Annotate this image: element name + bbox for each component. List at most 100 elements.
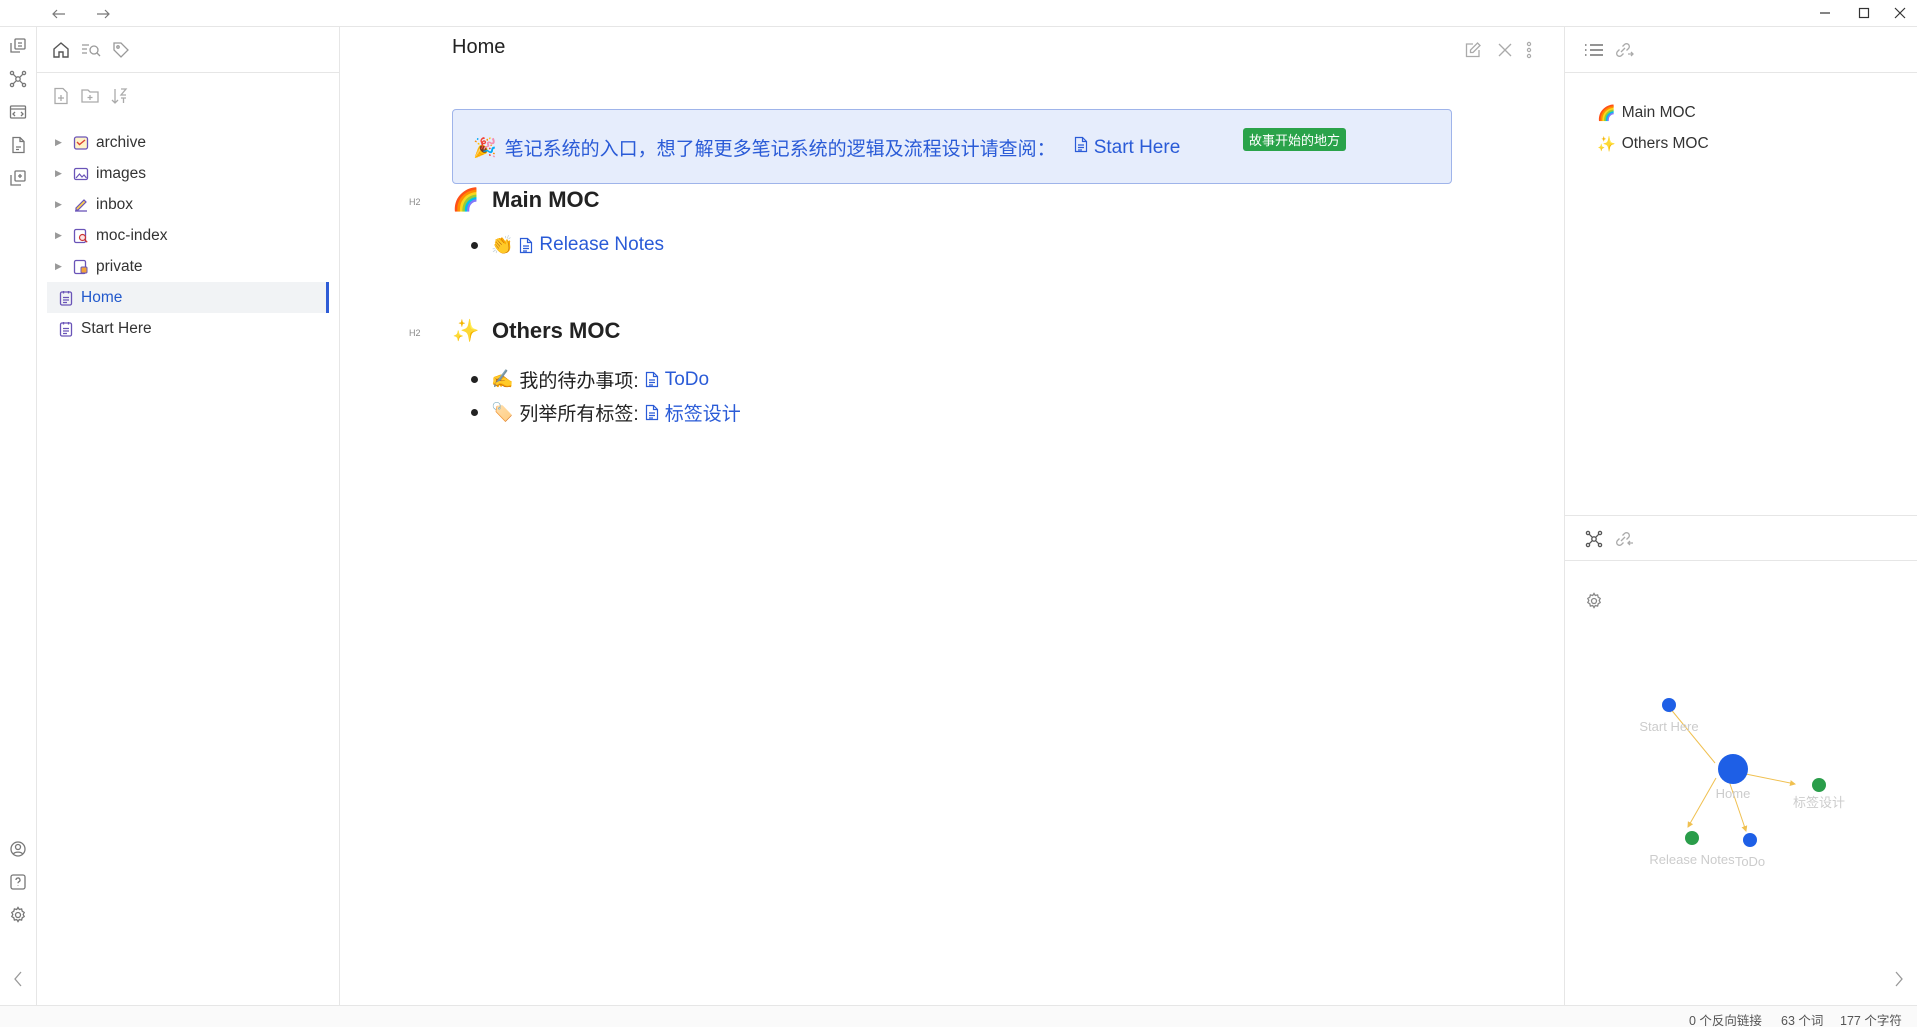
sidebar-tab-bar [37, 27, 339, 73]
word-count: 63 个词 [1781, 1014, 1824, 1027]
bullet-dot [471, 241, 478, 249]
local-graph[interactable]: Home Start Here 标签设计 Release Notes ToDo [1565, 627, 1917, 907]
new-note-icon[interactable] [50, 85, 72, 107]
folder-archive[interactable]: ▶ archive [47, 127, 329, 158]
backlink-count[interactable]: 0 个反向链接 [1689, 1010, 1762, 1027]
archive-folder-icon [72, 134, 90, 152]
file-home[interactable]: Home [47, 282, 329, 313]
folder-label: archive [96, 133, 146, 151]
party-icon: 🎉 [473, 137, 497, 159]
link-text[interactable]: Release Notes [539, 234, 664, 256]
tag-design-link[interactable]: 标签设计 [645, 399, 741, 426]
templates-icon[interactable] [8, 168, 28, 188]
outline-tab-bar [1565, 27, 1917, 73]
heading-level-marker: H2 [409, 328, 421, 338]
outline-icon[interactable] [1583, 39, 1605, 61]
graph-label-home: Home [1716, 786, 1751, 801]
bullet-dot [471, 409, 478, 416]
heading-others-moc: ✨ Others MOC [452, 318, 620, 344]
graph-node-tag-design[interactable] [1812, 778, 1826, 792]
list-item: 🏷️ 列举所有标签: 标签设计 [471, 399, 741, 426]
edit-icon[interactable] [1462, 39, 1484, 61]
clap-icon: 👏 [491, 234, 514, 255]
list-item: ✍️ 我的待办事项: ToDo [471, 366, 709, 393]
note-file-icon [57, 320, 75, 338]
close-icon[interactable] [1494, 39, 1516, 61]
graph-label-tag-design: 标签设计 [1793, 795, 1845, 810]
arrow-right-icon[interactable] [93, 6, 113, 22]
page-title[interactable]: Home [452, 36, 505, 59]
item-prefix: 列举所有标签: [519, 404, 639, 425]
files-icon[interactable] [50, 39, 72, 61]
expand-arrow-icon[interactable]: ▶ [55, 230, 69, 241]
file-label: Home [81, 288, 123, 306]
folder-inbox[interactable]: ▶ inbox [47, 189, 329, 220]
edge-home-release-notes [1687, 777, 1717, 828]
expand-arrow-icon[interactable]: ▶ [55, 261, 69, 272]
heading-text: Others MOC [492, 318, 621, 343]
link-text[interactable]: 标签设计 [665, 399, 741, 426]
heading-level-marker: H2 [409, 197, 421, 207]
start-here-link[interactable]: Start Here [1094, 137, 1181, 159]
command-palette-icon[interactable] [8, 102, 28, 122]
graph-label-start-here: Start Here [1639, 719, 1698, 734]
moc-folder-icon [72, 227, 90, 245]
backlinks-icon[interactable] [1613, 39, 1635, 61]
help-icon[interactable] [8, 872, 28, 892]
graph-view-icon[interactable] [8, 69, 28, 89]
callout-text: 笔记系统的入口，想了解更多笔记系统的逻辑及流程设计请查阅： [504, 139, 1056, 160]
open-switcher-icon[interactable] [8, 36, 28, 56]
folder-label: inbox [96, 195, 134, 213]
folder-label: moc-index [96, 226, 168, 244]
vault-switch-icon[interactable] [8, 839, 28, 859]
file-label: Start Here [81, 319, 152, 337]
expand-arrow-icon[interactable]: ▶ [55, 199, 69, 210]
char-count: 177 个字符 [1840, 1014, 1902, 1027]
story-tag-badge[interactable]: 故事开始的地方 [1243, 128, 1347, 151]
editor-pane: Home 🎉 笔记系统的入口，想了解更多笔记系统的逻辑及流程设计请查阅： Sta… [341, 27, 1563, 1005]
writing-hand-icon: ✍️ [491, 369, 514, 389]
expand-arrow-icon[interactable]: ▶ [55, 168, 69, 179]
edge-home-start-here [1668, 706, 1716, 764]
private-folder-icon [72, 258, 90, 276]
tags-icon[interactable] [110, 39, 132, 61]
todo-link[interactable]: ToDo [645, 369, 709, 391]
local-graph-icon[interactable] [1583, 528, 1605, 550]
ribbon [0, 27, 37, 1005]
title-bar [0, 0, 1917, 27]
outline-item-main-moc[interactable]: 🌈 Main MOC [1597, 97, 1709, 128]
link-text[interactable]: ToDo [665, 369, 709, 391]
graph-node-release-notes[interactable] [1685, 831, 1699, 845]
item-prefix: 我的待办事项: [519, 371, 639, 392]
inbox-folder-icon [72, 196, 90, 214]
images-folder-icon [72, 165, 90, 183]
more-icon[interactable] [1518, 39, 1540, 61]
outline-item-others-moc[interactable]: ✨ Others MOC [1597, 128, 1709, 159]
new-folder-icon[interactable] [79, 85, 101, 107]
folder-moc-index[interactable]: ▶ moc-index [47, 220, 329, 251]
graph-node-todo[interactable] [1743, 833, 1757, 847]
search-icon[interactable] [80, 39, 102, 61]
file-start-here[interactable]: Start Here [47, 313, 329, 344]
release-notes-link[interactable]: Release Notes [519, 234, 664, 256]
collapse-left-icon[interactable] [9, 970, 27, 988]
status-bar: 0 个反向链接 63 个词 177 个字符 [0, 1005, 1917, 1027]
sort-icon[interactable] [109, 85, 131, 107]
folder-images[interactable]: ▶ images [47, 158, 329, 189]
outline-list: 🌈 Main MOC ✨ Others MOC [1597, 97, 1709, 159]
outgoing-links-icon[interactable] [1613, 528, 1635, 550]
daily-note-icon[interactable] [8, 135, 28, 155]
graph-label-release-notes: Release Notes [1649, 852, 1735, 867]
close-icon[interactable] [1887, 4, 1913, 24]
graph-node-home[interactable] [1718, 754, 1748, 784]
maximize-icon[interactable] [1851, 4, 1877, 24]
expand-arrow-icon[interactable]: ▶ [55, 137, 69, 148]
graph-tab-bar [1565, 515, 1917, 561]
arrow-left-icon[interactable] [49, 6, 69, 22]
graph-node-start-here[interactable] [1662, 698, 1676, 712]
minimize-icon[interactable] [1812, 4, 1838, 24]
folder-private[interactable]: ▶ private [47, 251, 329, 282]
settings-icon[interactable] [8, 905, 28, 925]
collapse-right-icon[interactable] [1890, 970, 1908, 988]
graph-settings-icon[interactable] [1583, 590, 1605, 612]
